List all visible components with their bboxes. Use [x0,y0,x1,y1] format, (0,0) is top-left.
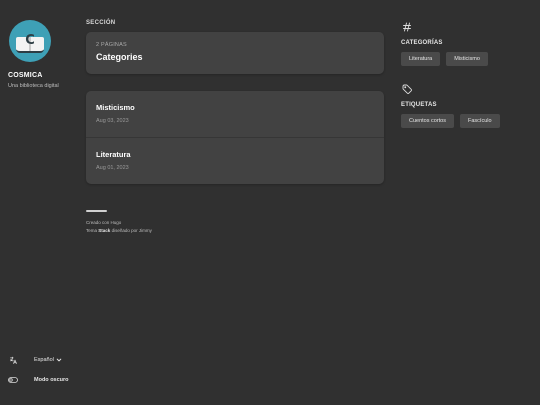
site-description: Una biblioteca digital [8,83,59,89]
categories-title: CATEGORÍAS [401,40,443,46]
tags-widget: ETIQUETAS Cuentos cortos Fascículo [401,82,531,128]
sidebar: C COSMICA Una biblioteca digital [8,20,80,89]
tags-title: ETIQUETAS [401,102,437,108]
chevron-down-icon [56,358,62,362]
footer: Creado con Hugo Tema Stack diseñado por … [86,210,384,233]
sidebar-bottom-menu: Español Modo oscuro [8,354,88,394]
tag-chip[interactable]: Fascículo [460,114,500,128]
dark-mode-toggle[interactable]: Modo oscuro [8,374,88,386]
main-content: SECCIÓN 2 PÁGINAS Categories Misticismo … [86,20,384,233]
footer-built-with: Creado con Hugo [86,220,122,225]
language-select[interactable]: Español [34,357,62,363]
language-value: Español [34,357,54,363]
tag-list: Cuentos cortos Fascículo [401,114,531,128]
footer-divider [86,210,107,212]
article-title: Misticismo [96,103,135,112]
categories-widget: CATEGORÍAS Literatura Misticismo [401,20,531,66]
page: C COSMICA Una biblioteca digital Español [0,0,540,405]
theme-suffix: diseñado por Jimmy [111,228,152,233]
theme-prefix: Tema [86,228,98,233]
tag-icon [402,84,412,94]
section-title: Categories [96,52,143,62]
language-row: Español [8,354,88,366]
article-item[interactable]: Misticismo Aug 03, 2023 [86,91,384,137]
article-date: Aug 03, 2023 [96,118,129,124]
category-list: Literatura Misticismo [401,52,531,66]
right-sidebar: CATEGORÍAS Literatura Misticismo ETIQUET… [401,20,531,128]
article-title: Literatura [96,150,131,159]
category-chip[interactable]: Misticismo [446,52,488,66]
article-list: Misticismo Aug 03, 2023 Literatura Aug 0… [86,91,384,184]
category-chip[interactable]: Literatura [401,52,441,66]
section-page-count: 2 PÁGINAS [96,42,127,48]
section-card[interactable]: 2 PÁGINAS Categories [86,32,384,74]
site-avatar[interactable]: C [9,20,51,62]
section-label: SECCIÓN [86,20,116,26]
translate-icon [8,355,18,365]
toggle-icon [8,375,18,385]
article-date: Aug 01, 2023 [96,165,129,171]
avatar-letter: C [25,33,35,48]
dark-mode-label: Modo oscuro [34,377,69,383]
theme-name-link[interactable]: Stack [98,228,110,233]
article-item[interactable]: Literatura Aug 01, 2023 [86,137,384,183]
footer-theme-credit: Tema Stack diseñado por Jimmy [86,228,384,233]
tag-chip[interactable]: Cuentos cortos [401,114,454,128]
hash-icon [403,22,411,32]
site-title[interactable]: COSMICA [8,72,80,79]
